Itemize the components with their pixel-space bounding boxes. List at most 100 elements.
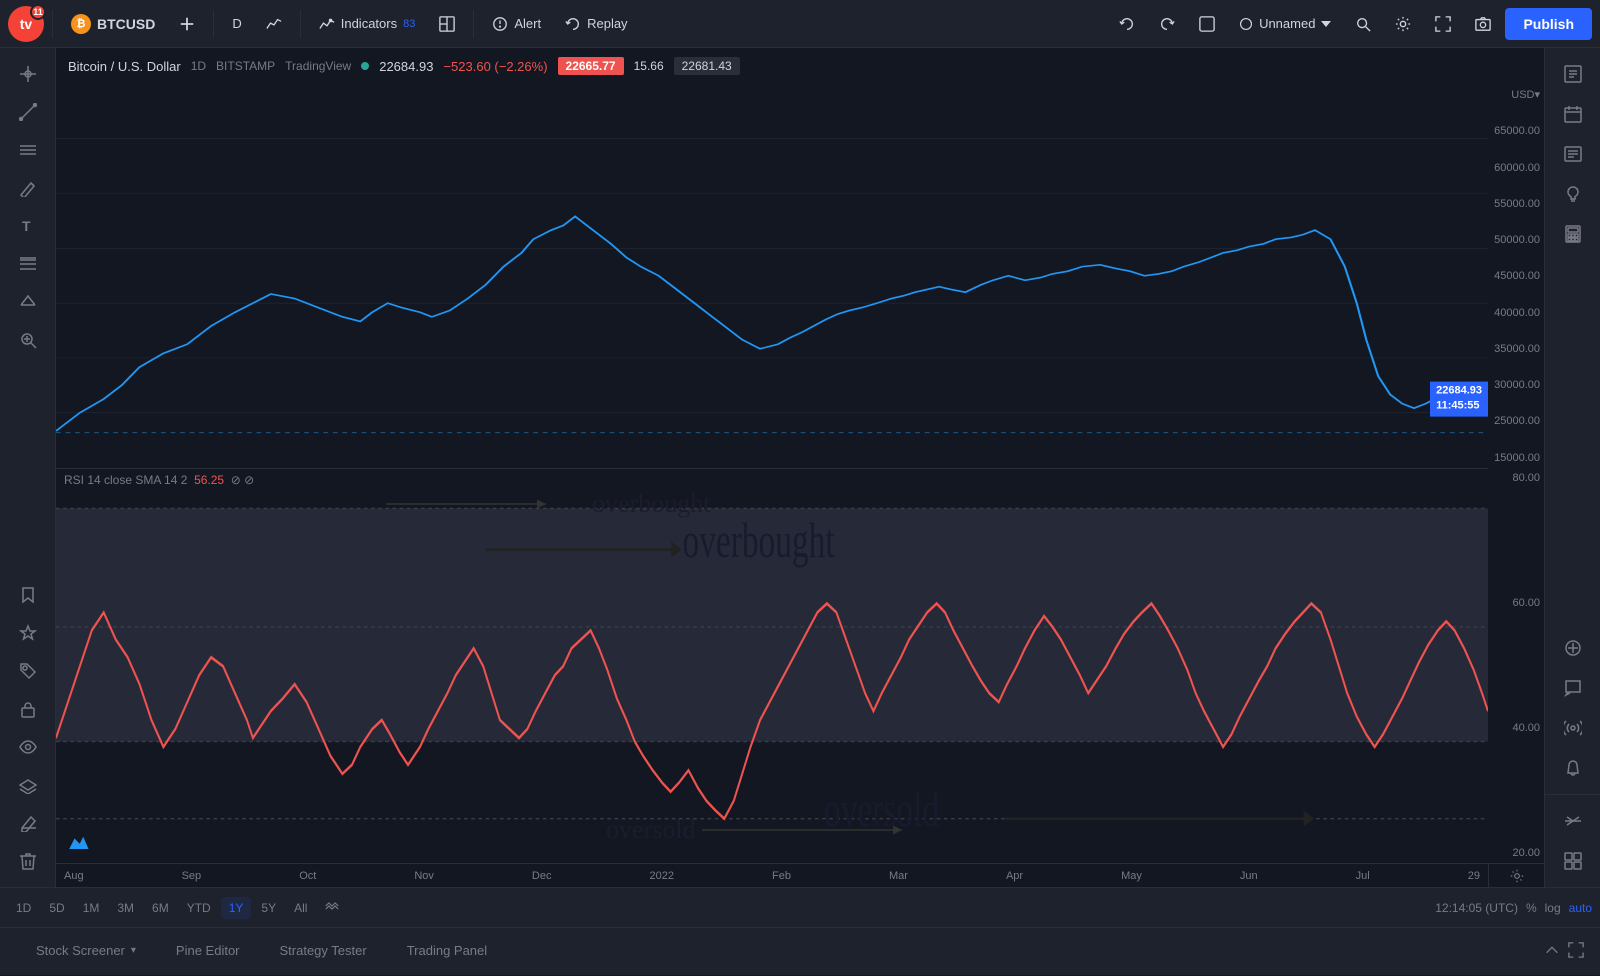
period-ytd[interactable]: YTD [179,897,219,919]
compare-button[interactable] [317,895,347,920]
period-5y[interactable]: 5Y [253,897,284,919]
tab-strategy-tester[interactable]: Strategy Tester [260,928,387,976]
period-3m[interactable]: 3M [109,897,142,919]
time-oct: Oct [299,870,316,882]
period-5d[interactable]: 5D [41,897,72,919]
indicators-button[interactable]: Indicators 83 [309,10,426,38]
rsi-40: 40.00 [1492,722,1540,734]
chart-name-button[interactable]: Unnamed [1229,10,1341,37]
currency-label: USD▾ [1492,88,1540,101]
symbol-selector[interactable]: ₿ BTCUSD [61,8,165,40]
ohlc-open: 22665.77 [558,57,624,75]
publish-button[interactable]: Publish [1505,8,1592,40]
period-1y[interactable]: 1Y [221,897,252,919]
main-layout: T [0,48,1600,887]
tab-trading-panel[interactable]: Trading Panel [387,928,507,976]
auto-toggle[interactable]: auto [1569,901,1592,915]
time-jul: Jul [1356,870,1370,882]
app-logo[interactable]: tv 11 [8,6,44,42]
time-mar: Mar [889,870,908,882]
pencil-tool[interactable] [8,170,48,206]
price-tag: 22684.93 11:45:55 [1430,382,1488,417]
settings-button[interactable] [1385,10,1421,38]
chart-interval: 1D [191,59,206,73]
period-all[interactable]: All [286,897,315,919]
time-may: May [1121,870,1142,882]
text-tool[interactable]: T [8,208,48,244]
chart-mode-button[interactable] [1189,10,1225,38]
calendar-icon[interactable] [1553,96,1593,132]
lock-tool[interactable] [8,691,48,727]
price-scale: USD▾ 65000.00 60000.00 55000.00 50000.00… [1488,84,1544,468]
line-tool[interactable] [8,94,48,130]
layers-tool[interactable] [8,767,48,803]
grid-settings-icon[interactable] [1553,843,1593,879]
chat-icon[interactable] [1553,670,1593,706]
bookmark-tool[interactable] [8,577,48,613]
bell-icon[interactable] [1553,750,1593,786]
rsi-60: 60.00 [1492,597,1540,609]
layout-button[interactable] [429,10,465,38]
eraser-tool[interactable] [8,805,48,841]
trash-tool[interactable] [8,843,48,879]
watchlist-icon[interactable] [1553,56,1593,92]
period-1m[interactable]: 1M [75,897,108,919]
chart-type-selector[interactable] [256,10,292,38]
time-labels: Aug Sep Oct Nov Dec 2022 Feb Mar Apr May… [64,870,1480,882]
alert-button[interactable]: Alert [482,10,551,38]
divider-4 [473,10,474,38]
interval-selector[interactable]: D [222,10,251,37]
symbol-label: BTCUSD [97,16,155,32]
price-level-25k: 25000.00 [1492,415,1540,427]
eye-tool[interactable] [8,729,48,765]
ideas-icon[interactable] [1553,176,1593,212]
current-price-tag: 22684.93 [1436,384,1482,399]
tag-tool[interactable] [8,653,48,689]
calculator-icon[interactable] [1553,216,1593,252]
horizontal-line-tool[interactable] [8,132,48,168]
time-aug: Aug [64,870,84,882]
tab-pine-editor[interactable]: Pine Editor [156,928,260,976]
time-nov: Nov [414,870,434,882]
chart-source: TradingView [285,59,351,73]
collapse-panel-icon[interactable] [1544,942,1560,961]
tab-stock-screener[interactable]: Stock Screener ▾ [16,928,156,976]
price-level-65k: 65000.00 [1492,125,1540,137]
time-2022: 2022 [649,870,673,882]
add-symbol-button[interactable] [169,10,205,38]
collapse-icon[interactable] [1553,803,1593,839]
price-level-30k: 30000.00 [1492,379,1540,391]
alert-label: Alert [514,16,541,31]
screener-icon[interactable] [1553,630,1593,666]
star-tool[interactable] [8,615,48,651]
price-chart[interactable]: 22684.93 11:45:55 [56,84,1488,468]
svg-text:oversold: oversold [824,782,939,837]
screenshot-button[interactable] [1465,10,1501,38]
period-6m[interactable]: 6M [144,897,177,919]
undo-button[interactable] [1109,10,1145,38]
measure-tool[interactable] [8,284,48,320]
rsi-container[interactable]: RSI 14 close SMA 14 2 56.25 ⊘ ⊘ overboug… [56,468,1488,864]
redo-button[interactable] [1149,10,1185,38]
replay-button[interactable]: Replay [555,10,637,38]
chart-exchange: BITSTAMP [216,59,275,73]
news-icon[interactable] [1553,136,1593,172]
log-toggle[interactable]: log [1545,901,1561,915]
expand-panel-icon[interactable] [1568,942,1584,961]
time-apr: Apr [1006,870,1023,882]
bottom-right-controls [1544,942,1584,961]
chart-settings-icon[interactable] [1488,863,1544,887]
fullscreen-button[interactable] [1425,10,1461,38]
fibonacci-tool[interactable] [8,246,48,282]
coin-icon: ₿ [71,14,91,34]
crosshair-tool[interactable] [8,56,48,92]
chart-area[interactable]: Bitcoin / U.S. Dollar 1D BITSTAMP Tradin… [56,48,1544,887]
broadcast-icon[interactable] [1553,710,1593,746]
percent-toggle[interactable]: % [1526,901,1537,915]
period-1d[interactable]: 1D [8,897,39,919]
rsi-scale: 80.00 60.00 40.00 20.00 [1488,468,1544,864]
zoom-tool[interactable] [8,322,48,358]
price-level-35k: 35000.00 [1492,343,1540,355]
time-jun: Jun [1240,870,1258,882]
search-button[interactable] [1345,10,1381,38]
